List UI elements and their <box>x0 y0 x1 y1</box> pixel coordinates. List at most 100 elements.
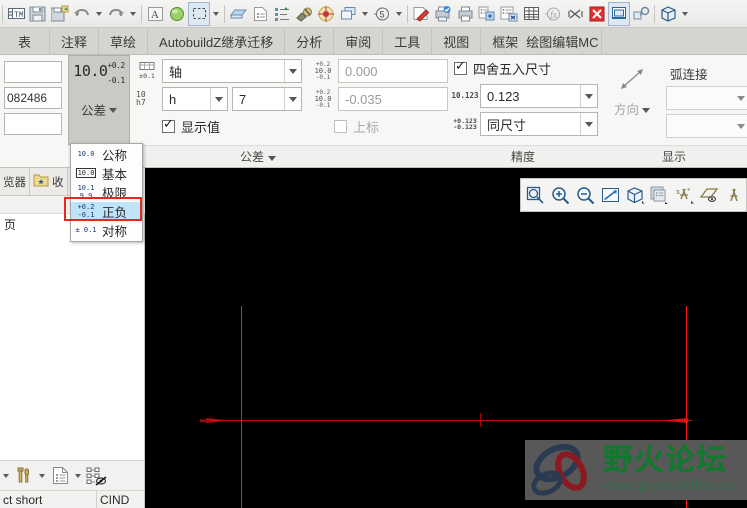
cascade-dropdown-caret[interactable] <box>359 2 371 26</box>
ribbon-tab-sketch[interactable]: 草绘 <box>99 28 149 54</box>
tools-icon[interactable] <box>13 464 35 488</box>
target-icon[interactable] <box>315 2 337 26</box>
note-list-icon[interactable] <box>249 2 271 26</box>
show-value-checkbox[interactable]: 显示值 <box>162 117 302 136</box>
chevron-down-icon[interactable] <box>732 115 747 137</box>
chevron-down-icon[interactable] <box>284 60 301 82</box>
copy-format-icon[interactable] <box>476 2 498 26</box>
table-icon[interactable] <box>520 2 542 26</box>
value-field-3[interactable] <box>4 113 62 135</box>
paintbrush-tool-icon[interactable] <box>293 2 315 26</box>
ribbon-tab-analysis[interactable]: 分析 <box>285 28 335 54</box>
saved-views-icon[interactable] <box>648 182 672 208</box>
graphics-canvas[interactable]: x* 84.402 h7 ( 0 -0.035 ) <box>145 168 747 508</box>
value-field-2[interactable]: 082486 <box>4 87 62 109</box>
cascade-windows-icon[interactable] <box>337 2 359 26</box>
ribbon-tab-framework[interactable]: 框架 <box>481 28 524 54</box>
dropdown-item-symmetric[interactable]: ± 0.1 对称 <box>71 221 142 240</box>
dock-tab-model-tree[interactable]: 览器 <box>0 168 30 195</box>
chevron-down-icon[interactable] <box>0 464 12 488</box>
direction-button[interactable]: 方向 <box>602 59 662 118</box>
print-preview-icon[interactable] <box>432 2 454 26</box>
dropdown-item-nominal[interactable]: 10.0 公称 <box>71 145 142 164</box>
fit-grade-combo[interactable]: 7 <box>232 87 302 111</box>
annotation-display-icon[interactable] <box>722 182 746 208</box>
tolerance-format-button[interactable]: 10.0 +0.2 -0.1 公差 <box>68 55 130 145</box>
chevron-down-icon[interactable] <box>268 150 276 164</box>
ribbon-tab-drawing-edit-mc[interactable]: 绘图编辑MC <box>524 28 602 54</box>
cube-dropdown-caret[interactable] <box>679 2 691 26</box>
excel-export-icon[interactable] <box>586 2 608 26</box>
arc-connect-combo-1[interactable] <box>666 86 747 110</box>
text-style-icon[interactable]: A <box>144 2 166 26</box>
scale-5-icon[interactable]: 5 <box>371 2 393 26</box>
function-icon[interactable]: fx <box>542 2 564 26</box>
chevron-down-icon[interactable] <box>210 88 227 110</box>
save-as-icon[interactable] <box>49 2 71 26</box>
link-icon[interactable] <box>630 2 652 26</box>
chevron-down-icon[interactable] <box>36 464 48 488</box>
undo-dropdown-caret[interactable] <box>93 2 105 26</box>
dropdown-item-basic[interactable]: 10.0 基本 <box>71 164 142 183</box>
ribbon-tab-review[interactable]: 审阅 <box>334 28 384 54</box>
box-select-icon[interactable] <box>188 1 210 26</box>
save-icon[interactable] <box>27 2 49 26</box>
chevron-down-icon[interactable] <box>732 87 747 109</box>
chevron-down-icon[interactable] <box>72 464 84 488</box>
delete-record-icon[interactable] <box>498 2 520 26</box>
undo-icon[interactable] <box>71 2 93 26</box>
model-tree-icon[interactable]: TM <box>5 2 27 26</box>
chevron-down-icon[interactable] <box>642 102 650 116</box>
close-x-icon[interactable] <box>564 2 586 26</box>
ribbon-tab-autobuildz[interactable]: AutobuildZ继承迁移 <box>148 28 286 54</box>
upper-tolerance-field[interactable]: 0.000 <box>338 59 448 83</box>
ribbon-tab-annotate[interactable]: 注释 <box>50 28 100 54</box>
hide-items-icon[interactable] <box>85 464 107 488</box>
redo-dropdown-caret[interactable] <box>127 2 139 26</box>
tolerance-format-dropdown[interactable]: 10.0 公称 10.0 基本 10.1 9.9 极限 +0.2 -0.1 正负… <box>70 143 143 242</box>
chevron-down-icon[interactable] <box>284 88 301 110</box>
graphics-view-toolbar: x * <box>520 178 747 212</box>
dock-list-item[interactable]: 页 <box>4 216 16 233</box>
zoom-in-icon[interactable] <box>549 182 573 208</box>
dimension-precision-row: 10.123 0.123 <box>451 84 598 108</box>
chevron-down-icon[interactable] <box>580 85 597 107</box>
datum-plane-display-icon[interactable] <box>697 182 721 208</box>
tolerance-precision-combo[interactable]: 同尺寸 <box>480 112 598 136</box>
lower-tolerance-field[interactable]: -0.035 <box>338 87 448 111</box>
redo-icon[interactable] <box>105 2 127 26</box>
box-select-dropdown-caret[interactable] <box>210 2 222 26</box>
annotation-pen-icon[interactable] <box>410 2 432 26</box>
dropdown-item-limits[interactable]: 10.1 9.9 极限 <box>71 183 142 202</box>
round-dimension-checkbox[interactable]: 四舍五入尺寸 <box>454 59 598 78</box>
bottom-toolbar <box>0 460 145 490</box>
toolbar-separator <box>2 4 3 23</box>
ribbon-tab-table[interactable]: 表 <box>0 28 51 54</box>
dropdown-item-plus-minus[interactable]: +0.2 -0.1 正负 <box>71 202 142 221</box>
tolerance-table-combo[interactable]: 轴 <box>162 59 302 83</box>
sort-list-icon[interactable] <box>271 2 293 26</box>
ribbon-tab-view[interactable]: 视图 <box>432 28 482 54</box>
chevron-down-icon[interactable] <box>580 113 597 135</box>
datum-display-icon[interactable]: x * <box>673 182 697 208</box>
zoom-window-icon[interactable] <box>524 182 548 208</box>
refit-icon[interactable] <box>598 182 622 208</box>
scale-dropdown-caret[interactable] <box>393 2 405 26</box>
superscript-checkbox[interactable]: 上标 <box>334 117 448 136</box>
zoom-out-icon[interactable] <box>574 182 598 208</box>
shading-icon[interactable] <box>166 2 188 26</box>
dock-tab-favorites[interactable]: 收 <box>30 168 68 195</box>
ribbon-tab-tools[interactable]: 工具 <box>383 28 433 54</box>
chevron-down-icon[interactable] <box>109 102 117 116</box>
layout-icon[interactable] <box>608 1 630 26</box>
dimension-arrow-left <box>200 418 230 423</box>
cube-icon[interactable] <box>657 2 679 26</box>
eraser-block-icon[interactable] <box>227 2 249 26</box>
arc-connect-combo-2[interactable] <box>666 114 747 138</box>
dimension-precision-combo[interactable]: 0.123 <box>480 84 598 108</box>
print-icon[interactable] <box>454 2 476 26</box>
cube-view-icon[interactable] <box>623 182 647 208</box>
fit-letter-combo[interactable]: h <box>162 87 228 111</box>
value-field-1[interactable] <box>4 61 62 83</box>
note-list-icon[interactable] <box>49 464 71 488</box>
